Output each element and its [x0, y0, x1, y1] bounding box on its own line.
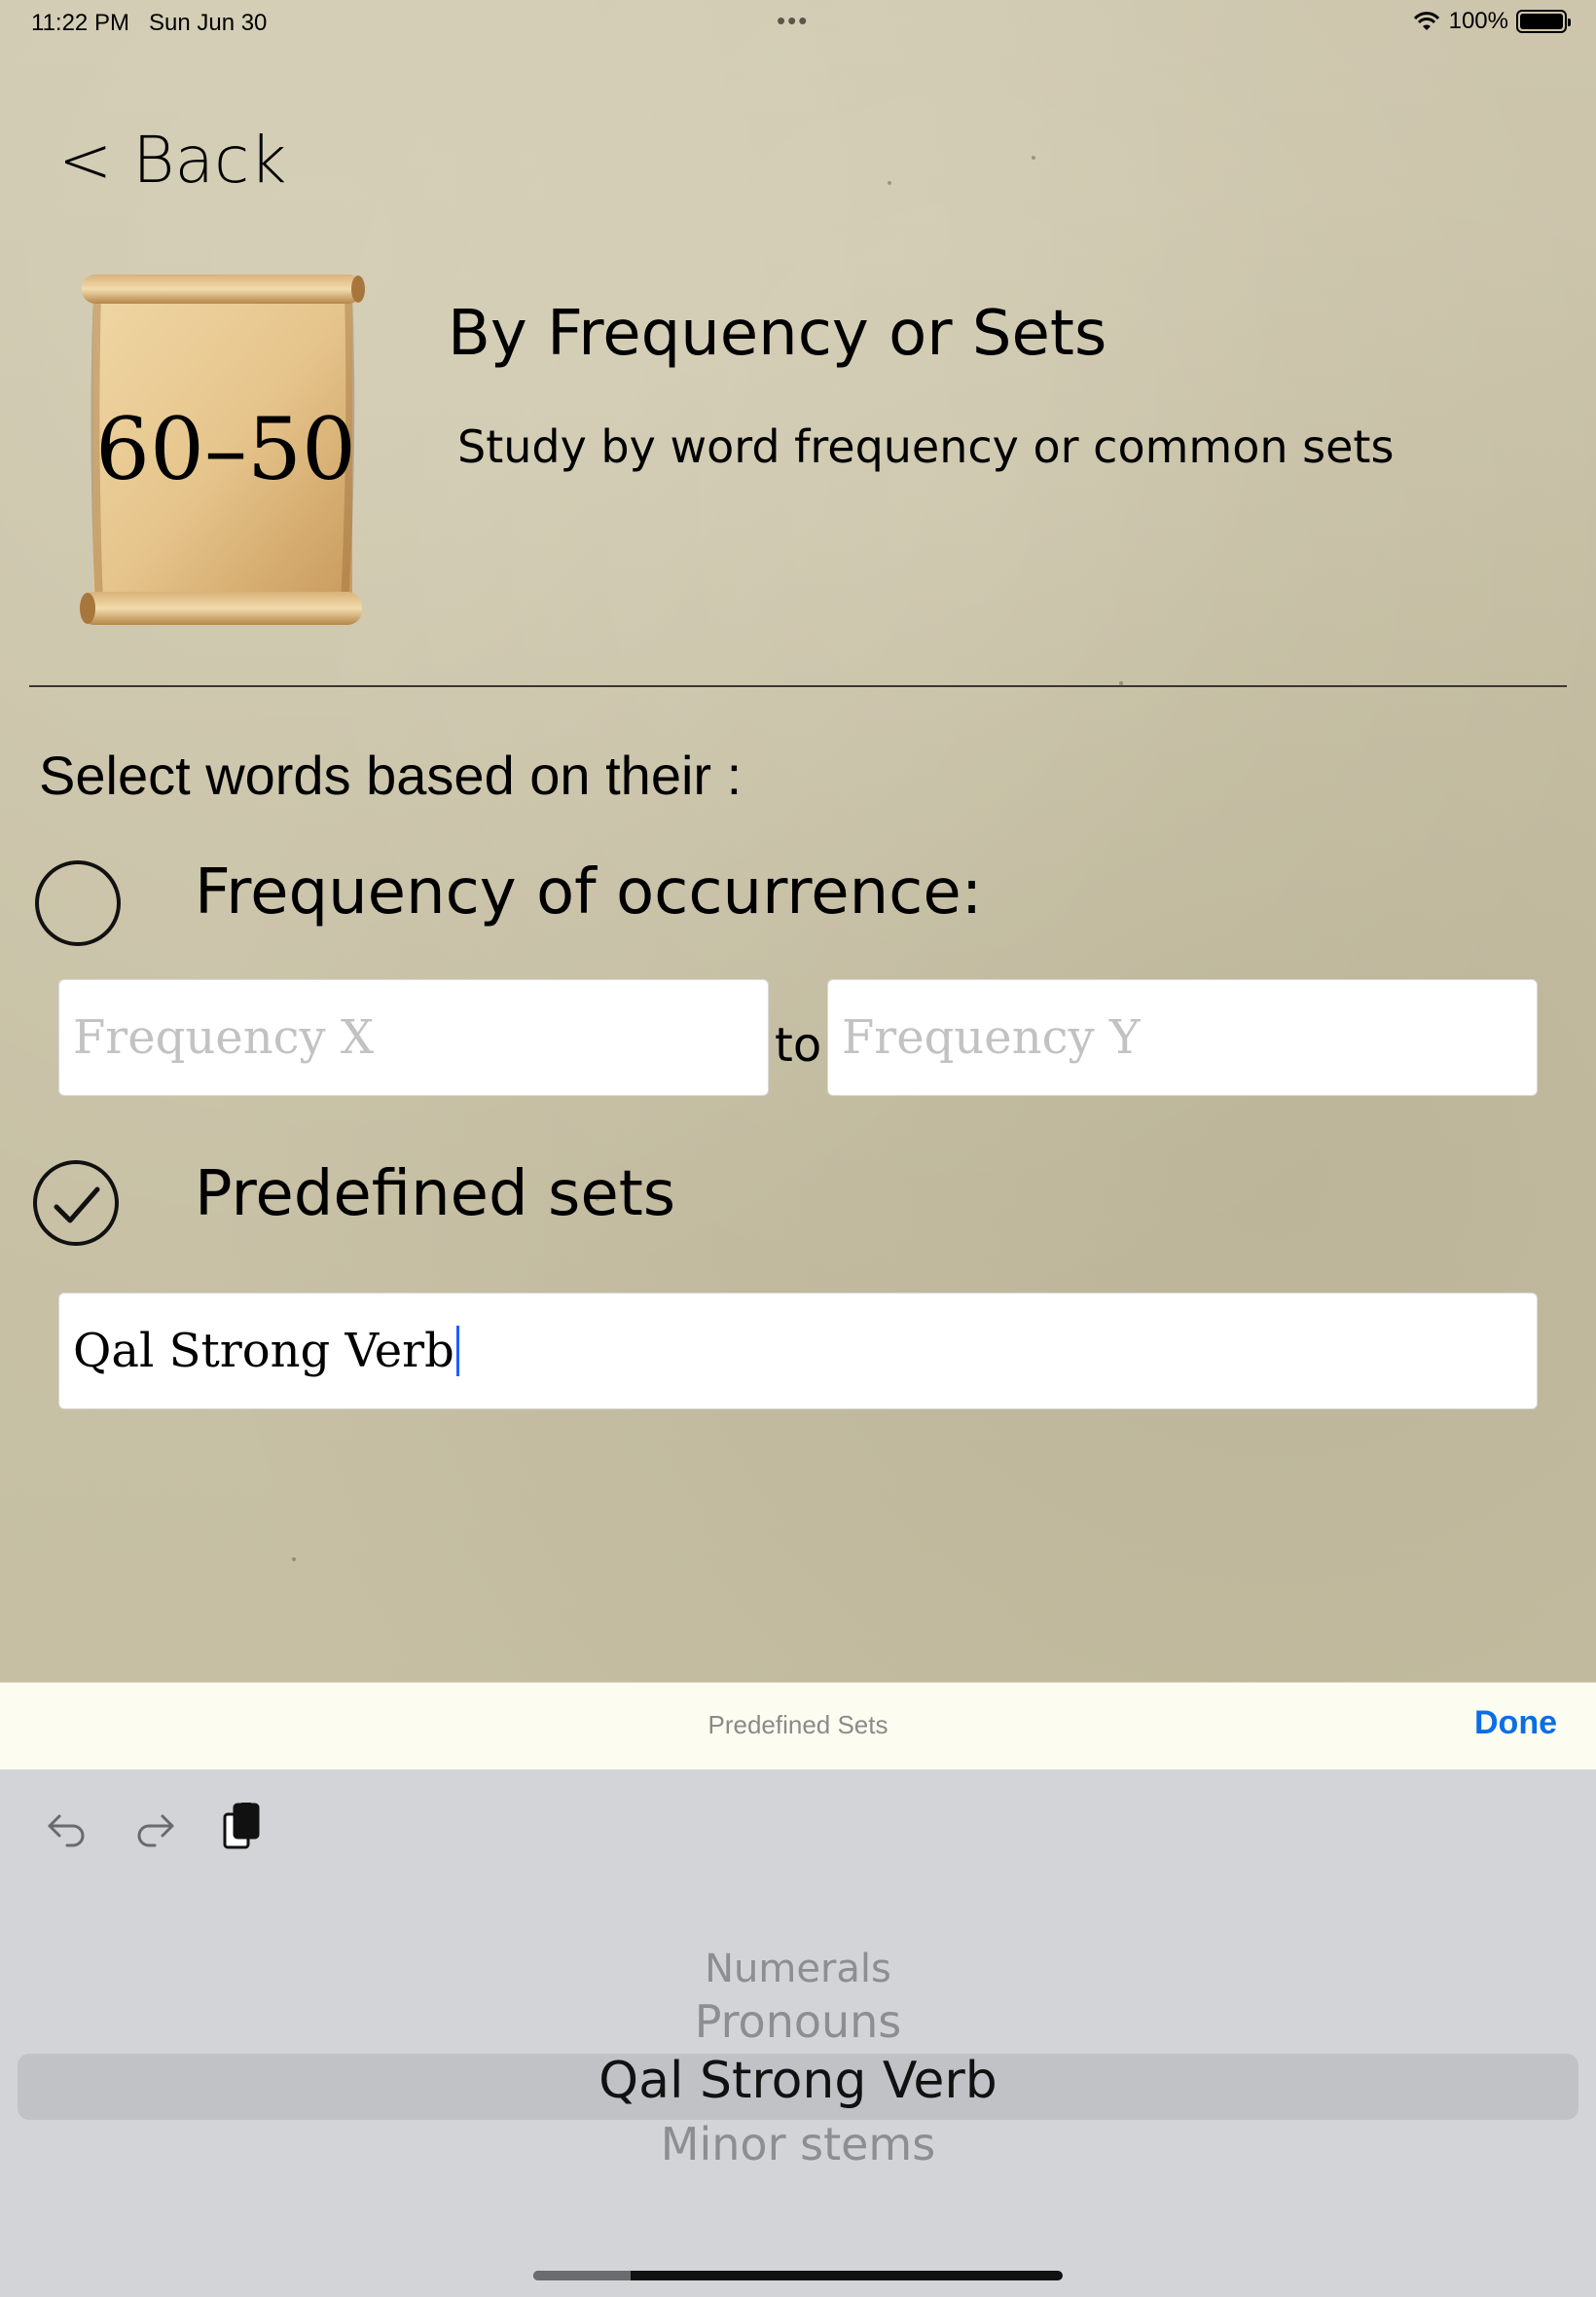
redo-icon	[137, 1814, 174, 1846]
paste-icon	[223, 1802, 260, 1848]
picker-item[interactable]: Numerals	[0, 1947, 1596, 1991]
done-button[interactable]: Done	[1474, 1704, 1557, 1742]
status-bar: 11:22 PM Sun Jun 30 ••• 100%	[0, 0, 1596, 47]
undo-button[interactable]	[39, 1799, 97, 1857]
battery-icon	[1516, 10, 1571, 33]
back-button[interactable]: < Back	[58, 123, 286, 198]
picker-title: Predefined Sets	[707, 1710, 889, 1739]
picker-item[interactable]: Pronouns	[0, 1995, 1596, 2048]
paste-button[interactable]	[212, 1799, 271, 1857]
picker-toolbar: Predefined Sets Done	[0, 1682, 1596, 1769]
page-title: By Frequency or Sets	[448, 298, 1107, 370]
frequency-radio[interactable]	[35, 860, 121, 946]
parchment-background	[0, 0, 1596, 1682]
frequency-y-input[interactable]	[827, 979, 1538, 1096]
status-time: 11:22 PM Sun Jun 30	[31, 10, 268, 36]
redo-button[interactable]	[125, 1799, 183, 1857]
multitasking-dots-icon[interactable]: •••	[777, 6, 809, 36]
home-indicator[interactable]	[533, 2271, 1063, 2280]
predefined-sets-radio[interactable]	[33, 1160, 119, 1246]
checkmark-icon	[54, 1186, 100, 1223]
picker-item[interactable]: Minor stems	[0, 2118, 1596, 2170]
frequency-x-input[interactable]	[58, 979, 769, 1096]
battery-level	[1520, 14, 1563, 29]
wifi-icon	[1413, 12, 1439, 30]
range-separator: to	[775, 1018, 822, 1073]
undo-icon	[48, 1814, 85, 1846]
predefined-sets-label: Predefined sets	[195, 1158, 676, 1230]
battery-percent: 100%	[1448, 8, 1508, 34]
frequency-label: Frequency of occurrence:	[195, 857, 983, 929]
status-date: Sun Jun 30	[148, 10, 268, 36]
selection-prompt: Select words based on their :	[39, 745, 743, 806]
page-subtitle: Study by word frequency or common sets	[457, 420, 1395, 473]
input-panel: Numerals Pronouns Qal Strong Verb Minor …	[0, 1769, 1596, 2297]
divider	[29, 685, 1567, 687]
status-indicators: 100%	[1412, 8, 1571, 35]
predefined-set-value: Qal Strong Verb	[73, 1324, 454, 1378]
picker-item-selected[interactable]: Qal Strong Verb	[0, 2052, 1596, 2110]
text-caret	[455, 1326, 459, 1376]
predefined-set-input[interactable]: Qal Strong Verb	[58, 1293, 1538, 1409]
frequency-badge: 60–50	[95, 399, 356, 499]
